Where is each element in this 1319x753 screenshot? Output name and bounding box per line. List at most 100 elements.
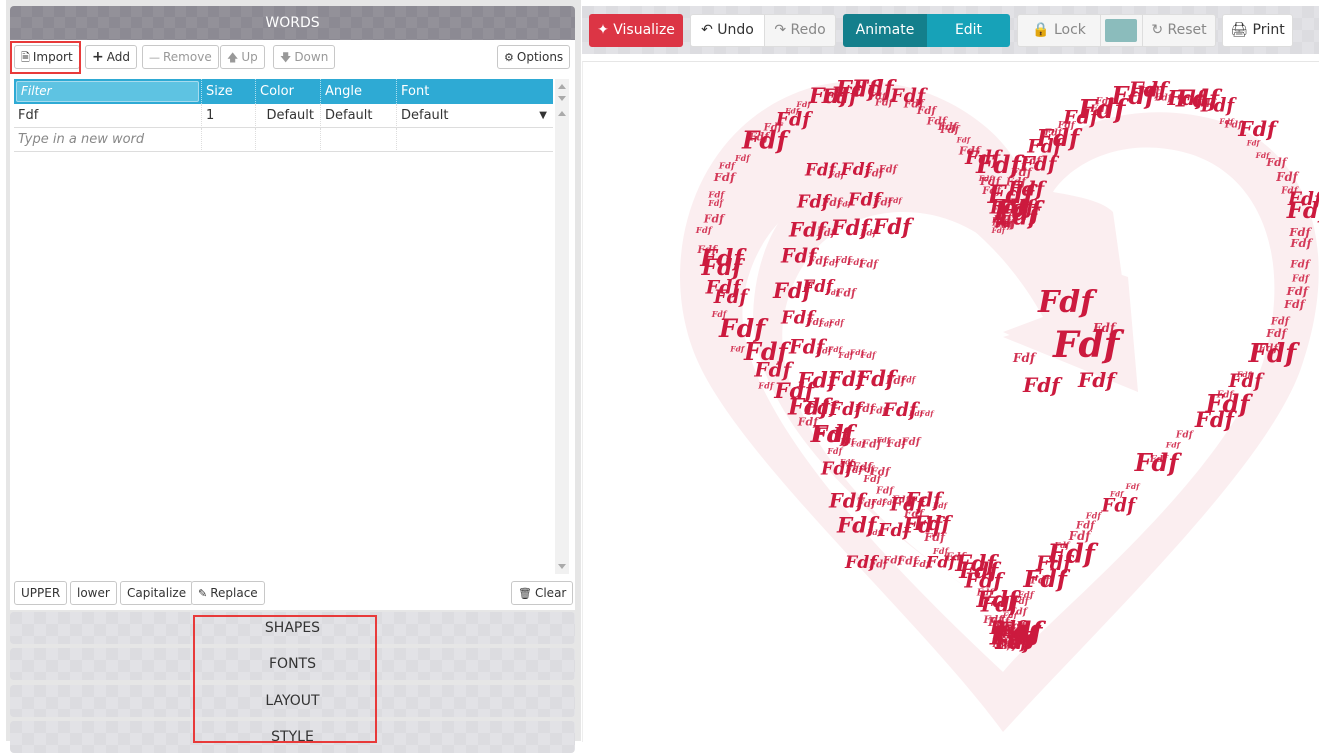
column-color[interactable]: Color: [256, 79, 321, 104]
new-word-row[interactable]: Type in a new word: [14, 128, 553, 152]
column-size[interactable]: Size: [202, 79, 256, 104]
lock-button[interactable]: 🔒 Lock: [1017, 14, 1101, 47]
visualize-button[interactable]: ✦ Visualize: [589, 14, 683, 47]
cloud-word: Fdf: [1246, 138, 1262, 147]
cloud-word: Fdf: [1194, 407, 1238, 432]
edit-button[interactable]: Edit: [927, 14, 1010, 47]
cloud-word: Fdf: [991, 226, 1007, 235]
cloud-word: Fdf: [1012, 351, 1037, 365]
color-cell[interactable]: Default: [256, 104, 321, 128]
scroll-up-icon[interactable]: [558, 111, 566, 116]
minus-icon: —: [149, 51, 160, 64]
dropdown-caret-icon[interactable]: ▼: [539, 104, 547, 128]
cloud-word: Fdf: [1101, 495, 1139, 516]
plus-icon: +: [92, 49, 104, 65]
visualize-label: Visualize: [613, 22, 675, 38]
lower-button[interactable]: lower: [70, 581, 117, 605]
cloud-word: Fdf: [757, 381, 775, 391]
cloud-word: Fdf: [1085, 510, 1103, 520]
cloud-word: Fdf: [707, 191, 725, 201]
new-word-input[interactable]: Type in a new word: [14, 128, 202, 152]
arrow-up-icon: 🡅: [227, 51, 239, 64]
color-swatch: [1105, 19, 1137, 42]
redo-label: Redo: [790, 22, 826, 38]
gear-icon: ⚙: [504, 51, 514, 64]
clear-button[interactable]: 🗑 Clear: [511, 581, 574, 605]
words-panel-body: 🗎 Import + Add — Remove 🡅 Up 🡇 Down ⚙ Options: [10, 40, 575, 610]
cloud-word: Fdf: [860, 350, 877, 360]
cloud-word: Fdf: [696, 244, 718, 256]
trash-icon: 🗑: [518, 587, 532, 600]
cloud-word: Fdf: [828, 317, 845, 327]
remove-label: Remove: [163, 50, 212, 64]
new-color-cell: [256, 128, 321, 152]
scroll-down-icon[interactable]: [558, 96, 566, 101]
print-button[interactable]: 🖨 Print: [1222, 14, 1293, 47]
add-button[interactable]: + Add: [85, 45, 137, 69]
left-panel: WORDS 🗎 Import + Add — Remove 🡅 Up 🡇 Down ⚙ Op…: [6, 0, 581, 753]
up-label: Up: [241, 50, 258, 64]
cloud-word: Fdf: [1134, 449, 1183, 477]
reset-button[interactable]: ↻ Reset: [1143, 14, 1216, 47]
font-value: Default: [401, 108, 449, 123]
edit-icon: ✎: [198, 587, 208, 600]
column-angle[interactable]: Angle: [321, 79, 397, 104]
capitalize-button[interactable]: Capitalize: [120, 581, 194, 605]
undo-button[interactable]: ↶ Undo: [690, 14, 765, 47]
filter-input[interactable]: Filter: [16, 81, 199, 102]
cloud-word: Fdf: [1291, 274, 1311, 285]
redo-button[interactable]: ↷ Redo: [765, 14, 836, 47]
section-fonts[interactable]: FONTS: [10, 648, 575, 680]
cloud-word: Fdf: [901, 436, 922, 448]
angle-cell[interactable]: Default: [321, 104, 397, 128]
scroll-up-icon[interactable]: [558, 84, 566, 89]
section-shapes[interactable]: SHAPES: [10, 612, 575, 644]
size-cell[interactable]: 1: [202, 104, 256, 128]
cloud-word: Fdf: [1125, 482, 1142, 491]
cloud-word: Fdf: [1175, 429, 1195, 440]
section-layout[interactable]: LAYOUT: [10, 685, 575, 717]
cloud-word: Fdf: [1037, 285, 1098, 320]
color-swatch-button[interactable]: [1101, 14, 1143, 47]
cloud-word: Fdf: [1266, 156, 1289, 169]
options-button[interactable]: ⚙ Options: [497, 45, 571, 69]
cloud-word: Fdf: [1237, 117, 1279, 141]
down-button[interactable]: 🡇 Down: [273, 45, 336, 69]
section-style[interactable]: STYLE: [10, 721, 575, 753]
cloud-word: Fdf: [925, 553, 959, 572]
remove-button[interactable]: — Remove: [142, 45, 219, 69]
add-label: Add: [106, 50, 130, 64]
scroll-down-icon[interactable]: [558, 564, 566, 569]
magic-wand-icon: ✦: [597, 22, 609, 38]
reset-label: Reset: [1167, 22, 1207, 38]
table-row[interactable]: Fdf 1 Default Default Default ▼: [14, 104, 553, 128]
word-cloud-canvas[interactable]: Fdf Fdf Fdf Fdf Fdf Fdf Fdf Fdf Fdf Fdf Fdf Fdf Fdf F…: [582, 61, 1319, 742]
up-button[interactable]: 🡅 Up: [220, 45, 265, 69]
cloud-word: Fdf: [1289, 236, 1313, 250]
redo-icon: ↷: [774, 22, 787, 38]
cloud-word: Fdf: [878, 165, 899, 176]
upper-button[interactable]: UPPER: [14, 581, 68, 605]
table-scrollbar[interactable]: [555, 79, 569, 574]
printer-icon: 🖨: [1230, 22, 1249, 38]
cloud-word: Fdf: [1077, 368, 1118, 392]
undo-icon: ↶: [701, 22, 713, 38]
animate-button[interactable]: Animate: [843, 14, 927, 47]
cloud-word: Fdf: [939, 124, 960, 136]
cloud-word: Fdf: [1286, 198, 1319, 224]
words-panel-header[interactable]: WORDS: [10, 6, 575, 40]
font-cell[interactable]: Default ▼: [397, 104, 553, 128]
word-cell[interactable]: Fdf: [14, 104, 202, 128]
cloud-word: Fdf: [729, 344, 746, 353]
replace-label: Replace: [210, 586, 258, 600]
cloud-word: Fdf: [711, 310, 728, 319]
arrow-down-icon: 🡇: [280, 51, 292, 64]
replace-button[interactable]: ✎ Replace: [191, 581, 265, 605]
import-button[interactable]: 🗎 Import: [14, 45, 80, 69]
cloud-word: Fdf: [703, 213, 726, 226]
column-font[interactable]: Font: [397, 79, 553, 104]
down-label: Down: [294, 50, 329, 64]
new-angle-cell: [321, 128, 397, 152]
main-toolbar: ✦ Visualize ↶ Undo ↷ Redo Animate Edit 🔒…: [582, 6, 1319, 54]
undo-label: Undo: [717, 22, 754, 38]
